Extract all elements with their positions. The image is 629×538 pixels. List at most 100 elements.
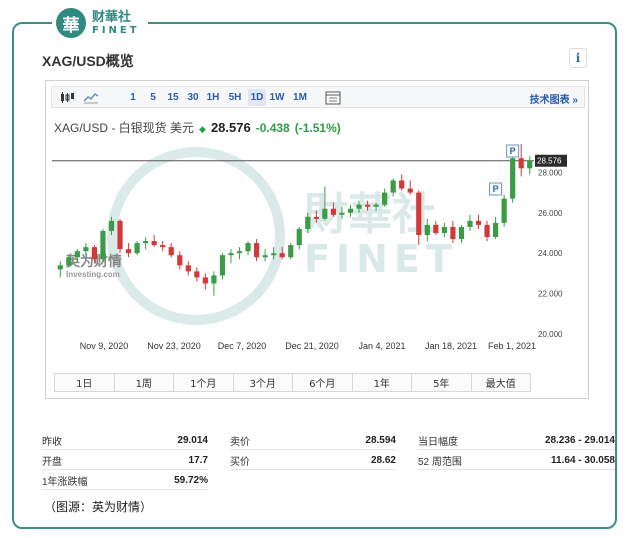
interval-5[interactable]: 5: [146, 89, 160, 106]
quote-symbol: XAG/USD - 白银现货 美元: [54, 121, 195, 135]
quote-change-pct: (-1.51%): [294, 121, 341, 135]
watermark-en: FINET: [304, 237, 458, 281]
finet-logo-icon: 華: [56, 8, 86, 38]
candle-body: [510, 158, 516, 199]
last-price-label: 28.576: [537, 157, 562, 166]
range-button[interactable]: 1个月: [174, 374, 234, 391]
candle-body: [330, 208, 337, 215]
stat-value: 29.014: [177, 435, 208, 446]
candle-body: [262, 255, 268, 258]
price-chart: 財華社FINET英为财情Investing.com20.00022.00024.…: [52, 144, 567, 351]
stat-label: 1年涨跌幅: [42, 477, 88, 488]
interval-5h[interactable]: 5H: [226, 89, 244, 106]
x-tick-label: Dec 21, 2020: [285, 341, 339, 351]
range-button[interactable]: 1周: [115, 374, 174, 391]
candle-body: [467, 220, 473, 227]
range-button[interactable]: 最大值: [472, 374, 531, 391]
stat-label: 当日幅度: [418, 437, 458, 448]
interval-1d[interactable]: 1D: [248, 89, 266, 106]
x-tick-label: Feb 1, 2021: [488, 341, 536, 351]
candle-body: [279, 253, 285, 258]
watermark-ring: [107, 147, 285, 325]
candle-body: [219, 255, 226, 276]
interval-1w[interactable]: 1W: [268, 89, 286, 106]
stat-row: 1年涨跌幅 59.72%: [42, 472, 208, 490]
candle-body: [390, 180, 396, 193]
candle-body: [236, 251, 243, 254]
interval-1m[interactable]: 1M: [290, 89, 310, 106]
logo-en: FINET: [92, 24, 140, 36]
range-button[interactable]: 6个月: [293, 374, 353, 391]
candle-body: [313, 216, 319, 219]
stat-row: 52 周范围 11.64 - 30.058: [418, 452, 615, 470]
candle-body: [450, 226, 456, 240]
candle-body: [108, 220, 115, 231]
interval-1[interactable]: 1: [126, 89, 140, 106]
y-tick-label: 28.000: [538, 168, 563, 177]
y-tick-label: 24.000: [538, 249, 563, 258]
candle-body: [458, 226, 465, 240]
logo-cn: 财華社: [92, 9, 132, 25]
candle-body: [83, 247, 89, 252]
event-marker-label: P: [493, 184, 499, 194]
candle-body: [245, 243, 251, 252]
chart-toolbar: 1 5 15 30 1H 5H 1D 1W 1M 技术图表 »: [51, 86, 585, 108]
stat-value: 28.62: [370, 455, 396, 466]
candle-body: [271, 253, 277, 256]
area-chart-type-icon[interactable]: [82, 90, 100, 105]
price-direction-icon: ◆: [199, 124, 206, 134]
candle-body: [202, 277, 208, 284]
stat-value: 59.72%: [174, 475, 208, 486]
candle-body: [100, 230, 106, 260]
range-button[interactable]: 5年: [412, 374, 472, 391]
quote-change: -0.438: [255, 121, 290, 135]
range-selector: 1日 1周 1个月 3个月 6个月 1年 5年 最大值: [54, 373, 531, 392]
interval-15[interactable]: 15: [164, 89, 182, 106]
candle-body: [211, 275, 217, 284]
y-tick-label: 20.000: [538, 330, 563, 339]
candle-body: [373, 204, 379, 207]
quote-line: XAG/USD - 白银现货 美元 ◆ 28.576 -0.438 (-1.51…: [54, 119, 341, 136]
candle-body: [168, 247, 174, 256]
technical-chart-link[interactable]: 技术图表 »: [530, 91, 578, 106]
candle-body: [347, 208, 354, 213]
candle-body: [518, 158, 524, 169]
candle-body: [492, 222, 499, 238]
candle-body: [66, 257, 72, 266]
interval-30[interactable]: 30: [184, 89, 202, 106]
image-caption: （图源：英为财情）: [44, 500, 153, 514]
page-title: XAG/USD概览: [42, 53, 134, 69]
stat-label: 52 周范围: [418, 457, 462, 468]
interval-1h[interactable]: 1H: [204, 89, 222, 106]
chart-settings-icon[interactable]: [324, 90, 342, 105]
candle-body: [441, 226, 447, 233]
candle-body: [484, 224, 490, 238]
candle-body: [296, 228, 302, 246]
candle-body: [501, 198, 507, 223]
x-tick-label: Dec 7, 2020: [218, 341, 267, 351]
candle-body: [475, 220, 482, 225]
stat-value: 28.236 - 29.014: [544, 435, 615, 446]
stat-row: 卖价 28.594: [230, 432, 396, 450]
candle-body: [399, 180, 405, 189]
range-button[interactable]: 1日: [55, 374, 115, 391]
x-tick-label: Nov 9, 2020: [80, 341, 129, 351]
candle-body: [125, 249, 132, 254]
range-button[interactable]: 3个月: [234, 374, 293, 391]
candle-body: [253, 243, 260, 258]
candle-body: [74, 251, 80, 258]
y-tick-label: 26.000: [538, 209, 563, 218]
stat-row: 买价 28.62: [230, 452, 396, 470]
stat-label: 卖价: [230, 437, 250, 448]
candle-body: [151, 241, 157, 246]
stat-row: 昨收 29.014: [42, 432, 208, 450]
info-icon[interactable]: i: [569, 48, 587, 68]
x-tick-label: Jan 18, 2021: [425, 341, 477, 351]
candle-body: [382, 192, 388, 205]
x-tick-label: Nov 23, 2020: [147, 341, 201, 351]
x-tick-label: Jan 4, 2021: [358, 341, 405, 351]
candlestick-type-icon[interactable]: [58, 90, 76, 105]
candle-body: [322, 208, 328, 219]
stat-label: 买价: [230, 457, 250, 468]
range-button[interactable]: 1年: [353, 374, 412, 391]
